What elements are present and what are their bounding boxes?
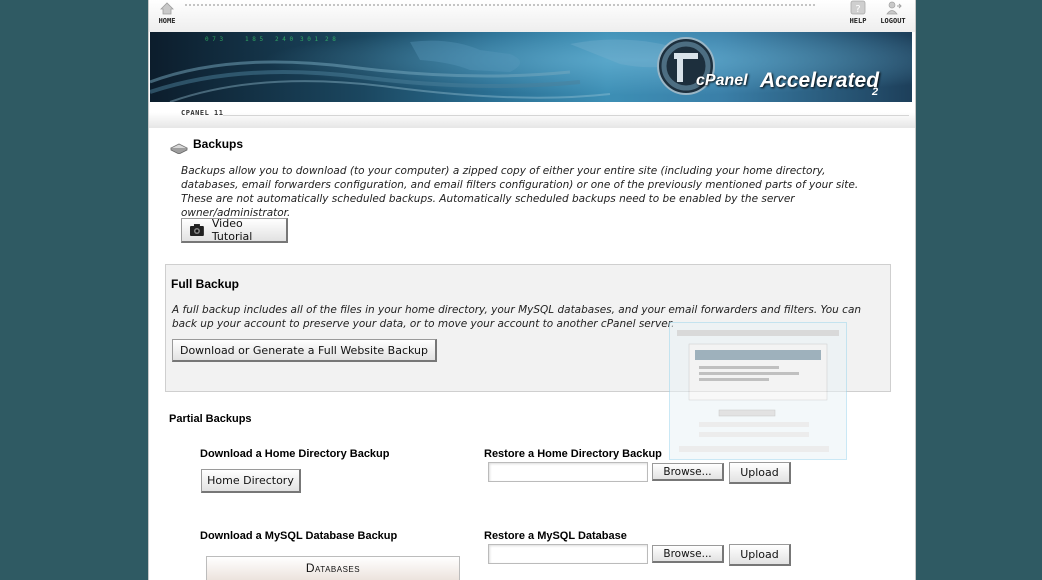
page-title: Backups	[193, 137, 244, 151]
mysql-download-heading: Download a MySQL Database Backup	[200, 530, 398, 542]
camera-icon	[190, 224, 204, 236]
home-directory-button[interactable]: Home Directory	[201, 469, 301, 493]
home-download-heading: Download a Home Directory Backup	[200, 448, 390, 460]
databases-header-label: Databases	[305, 561, 361, 575]
video-tutorial-label: Video Tutorial	[211, 217, 253, 243]
breadcrumb[interactable]: CPANEL 11	[181, 109, 223, 117]
help-icon: ?	[850, 0, 866, 15]
logout-label: Logout	[880, 17, 906, 25]
help-button[interactable]: ? Help	[842, 0, 874, 30]
mysql-restore-heading: Restore a MySQL Database	[484, 530, 627, 542]
svg-text:1 8 5: 1 8 5	[245, 36, 263, 43]
home-label: Home	[158, 17, 176, 25]
svg-text:2 8: 2 8	[325, 36, 336, 43]
breadcrumb-bar: CPANEL 11	[149, 102, 915, 128]
banner-brand: cPanel	[696, 72, 748, 89]
header-banner: 0 7 3 1 8 5 2 4 0 3 0 1 2 8 cPanel Accelerat…	[150, 32, 912, 102]
banner-version: 2	[872, 86, 879, 98]
partial-backups-title: Partial Backups	[169, 413, 252, 425]
page-description: Backups allow you to download (to your c…	[181, 165, 859, 219]
full-backup-title: Full Backup	[171, 277, 240, 291]
video-preview-overlay	[669, 322, 847, 460]
nav-divider	[185, 4, 815, 6]
home-browse-button[interactable]: Browse...	[652, 463, 724, 481]
top-navigation: Home ? Help Logout	[149, 0, 915, 32]
video-tutorial-button[interactable]: Video Tutorial	[181, 217, 288, 243]
home-restore-file-input[interactable]	[488, 462, 648, 482]
home-restore-heading: Restore a Home Directory Backup	[484, 448, 662, 460]
databases-table-header: Databases	[206, 556, 460, 580]
svg-text:2 4 0: 2 4 0	[275, 36, 293, 43]
svg-text:0 7 3: 0 7 3	[205, 36, 223, 43]
help-label: Help	[849, 17, 867, 25]
mysql-browse-button[interactable]: Browse...	[652, 545, 724, 563]
svg-text:?: ?	[855, 4, 860, 15]
breadcrumb-divider	[223, 115, 909, 116]
mysql-upload-button[interactable]: Upload	[729, 544, 791, 566]
full-backup-button[interactable]: Download or Generate a Full Website Back…	[172, 339, 437, 362]
backups-icon	[170, 143, 188, 154]
home-icon	[160, 2, 174, 15]
page-container: Home ? Help Logout	[148, 0, 916, 580]
logout-icon	[886, 1, 902, 15]
svg-text:3 0 1: 3 0 1	[300, 36, 318, 43]
banner-product: Accelerated	[760, 69, 880, 92]
home-button[interactable]: Home	[151, 0, 183, 30]
logout-button[interactable]: Logout	[877, 0, 909, 30]
mysql-restore-file-input[interactable]	[488, 544, 648, 564]
home-upload-button[interactable]: Upload	[729, 462, 791, 484]
